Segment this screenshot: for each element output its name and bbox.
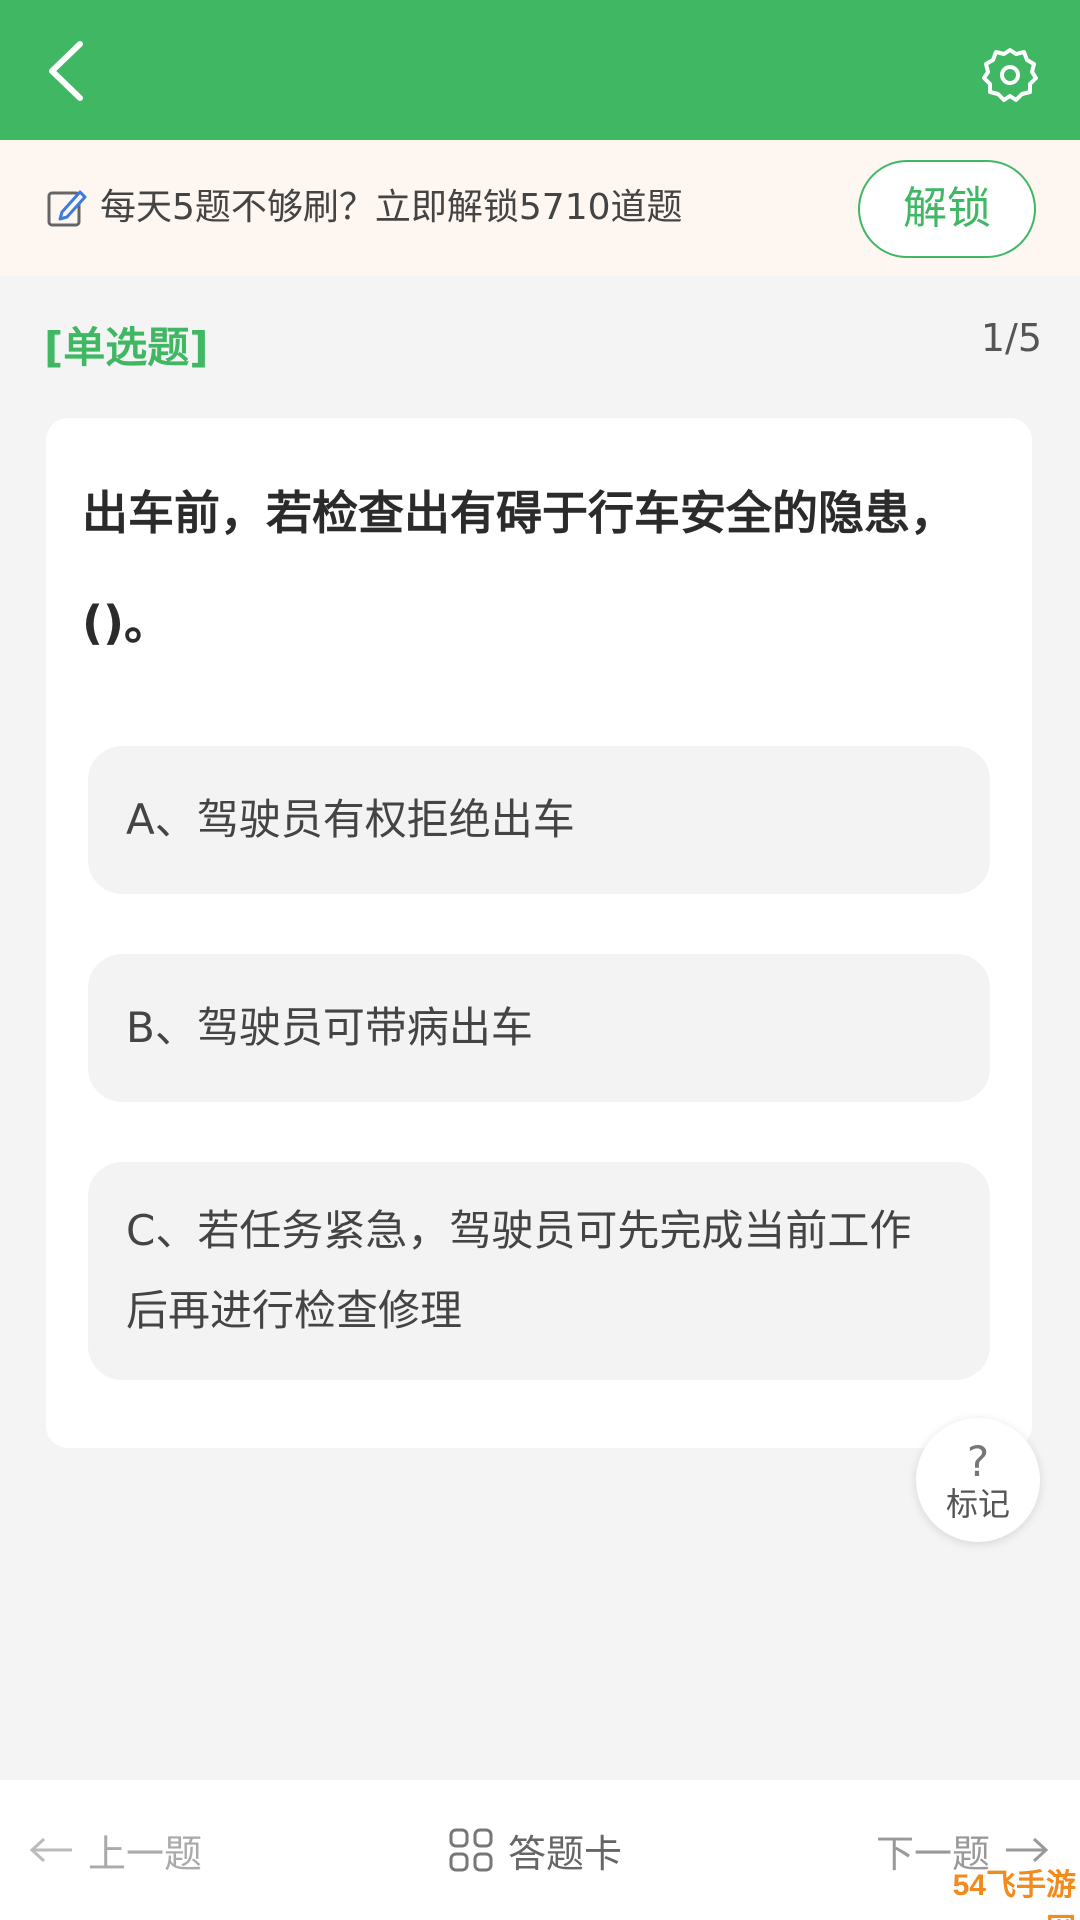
option-label: A、驾驶员有权拒绝出车 xyxy=(126,795,575,844)
question-counter: 1/5 xyxy=(980,316,1042,360)
option-a[interactable]: A、驾驶员有权拒绝出车 xyxy=(88,746,990,894)
question-type-label: [单选题] xyxy=(44,323,209,372)
unlock-button[interactable]: 解锁 xyxy=(858,160,1036,258)
mark-label: 标记 xyxy=(945,1485,1010,1523)
grid-icon xyxy=(449,1828,493,1872)
gear-icon xyxy=(982,48,1038,102)
watermark-logo: 54飞手游网 xyxy=(952,1869,1076,1920)
question-mark-icon: ? xyxy=(966,1437,990,1486)
option-label: C、若任务紧急，驾驶员可先完成当前工作后再进行检查修理 xyxy=(126,1206,912,1335)
chevron-left-icon xyxy=(49,41,83,101)
settings-button[interactable] xyxy=(980,44,1040,104)
mark-button[interactable]: ? 标记 xyxy=(916,1418,1040,1542)
question-card: 出车前，若检查出有碍于行车安全的隐患，()。 A、驾驶员有权拒绝出车 B、驾驶员… xyxy=(46,418,1032,1448)
prev-question-label: 上一题 xyxy=(88,1831,203,1876)
back-button[interactable] xyxy=(40,36,100,106)
arrow-left-icon xyxy=(29,1837,72,1863)
prev-question-button[interactable]: 上一题 xyxy=(28,1780,202,1920)
answer-card-label: 答题卡 xyxy=(508,1831,623,1876)
top-bar xyxy=(0,0,1080,140)
question-text: 出车前，若检查出有碍于行车安全的隐患，()。 xyxy=(82,486,956,650)
option-c[interactable]: C、若任务紧急，驾驶员可先完成当前工作后再进行检查修理 xyxy=(88,1162,990,1380)
promo-banner: 每天5题不够刷？立即解锁5710道题 解锁 xyxy=(0,140,1080,276)
option-label: B、驾驶员可带病出车 xyxy=(126,1003,533,1052)
option-b[interactable]: B、驾驶员可带病出车 xyxy=(88,954,990,1102)
bottom-nav: 上一题 答题卡 下一题 xyxy=(0,1780,1080,1920)
edit-icon xyxy=(47,190,87,227)
promo-text: 每天5题不够刷？立即解锁5710道题 xyxy=(100,187,683,228)
answer-card-button[interactable]: 答题卡 xyxy=(448,1780,622,1920)
